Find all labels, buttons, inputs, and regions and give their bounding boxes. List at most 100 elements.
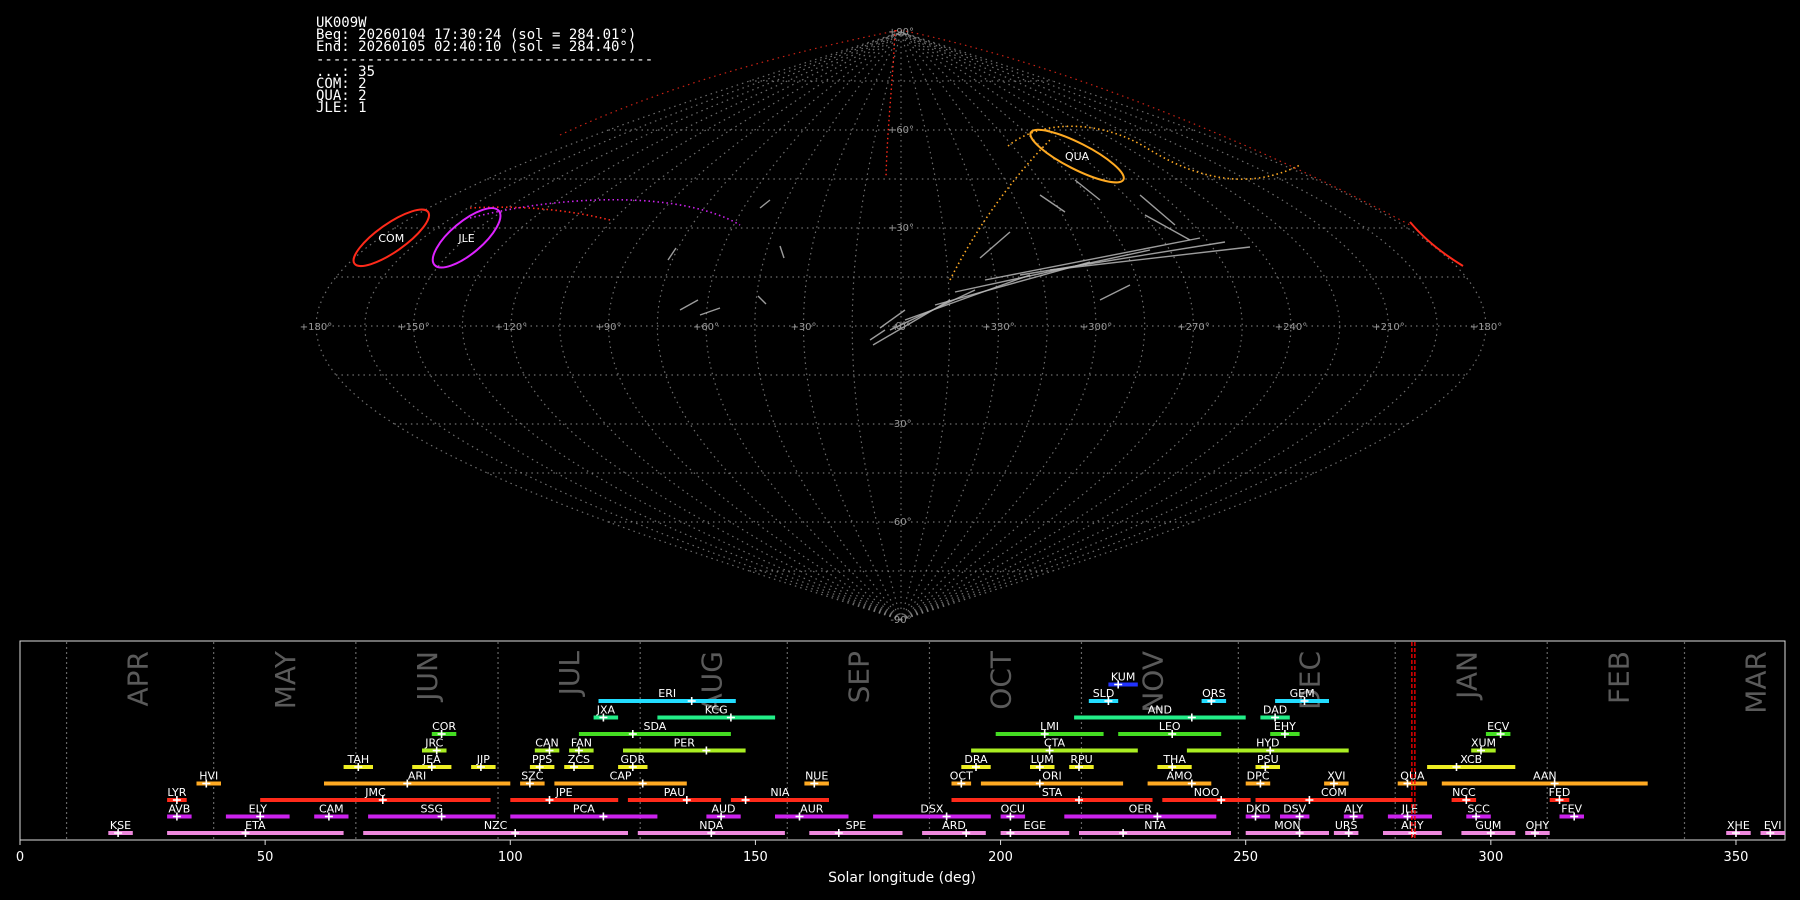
shower-label-nia: NIA [770,786,789,799]
lon-label: +0° [891,322,911,333]
shower-label-kum: KUM [1111,671,1135,684]
shower-label-xvi: XVI [1327,770,1345,783]
lon-label: +90° [595,322,621,333]
shower-label-ors: ORS [1202,687,1225,700]
shower-label-dsx: DSX [920,803,943,816]
shower-radiants: COM JLE QUA [352,128,1464,269]
shower-label-aud: AUD [711,803,735,816]
lon-label: +270° [1177,322,1209,333]
shower-label-cor: COR [432,720,456,733]
shower-label-dad: DAD [1263,704,1287,717]
shower-label-lum: LUM [1031,753,1054,766]
meteor-track [904,274,1031,321]
month-label-jan: JAN [1450,651,1483,701]
lon-label: +240° [1275,322,1307,333]
month-label-apr: APR [122,651,155,707]
meteor-track [1139,194,1176,226]
shower-label-can: CAN [535,737,558,750]
shower-label-jmc: JMC [364,786,386,799]
shower-label-rpu: RPU [1070,753,1092,766]
x-tick-label: 150 [743,850,768,865]
lon-label: +300° [1080,322,1112,333]
shower-label-oct: OCT [950,770,973,783]
shower-label-lyr: LYR [167,786,186,799]
shower-label-ori: ORI [1042,770,1062,783]
meteor-track [954,249,1151,293]
shower-label-ege: EGE [1024,819,1046,832]
shower-label-gum: GUM [1475,819,1501,832]
meteor-track [699,307,721,316]
grid-meridian [900,31,1195,621]
shower-label-cap: CAP [610,770,632,783]
x-tick-label: 250 [1233,850,1258,865]
shower-label-fev: FEV [1561,803,1582,816]
shower-label-zcs: ZCS [568,753,590,766]
grid-meridian [802,31,902,621]
shower-label-gem: GEM [1290,687,1315,700]
shower-label-xum: XUM [1471,737,1496,750]
shower-label-cta: CTA [1044,737,1066,750]
shower-label-tha: THA [1162,753,1186,766]
qua-trajectory [949,139,1051,281]
shower-label-psu: PSU [1257,753,1279,766]
meteor-track [984,237,1201,281]
lat-label: +60° [888,125,914,136]
meteor-track [679,299,699,311]
shower-label-nta: NTA [1144,819,1166,832]
shower-label-cam: CAM [319,803,344,816]
shower-label-ari: ARI [408,770,426,783]
x-tick-label: 100 [498,850,523,865]
shower-label-jxa: JXA [596,704,616,717]
qua-trajectory [1007,125,1301,180]
shower-label-kcg: KCG [705,704,728,717]
shower-label-sda: SDA [644,720,667,733]
shower-label-urs: URS [1335,819,1358,832]
shower-label-ncc: NCC [1452,786,1476,799]
sky-map: COM JLEQUA +90°+60°+30°0°-30°-60°-90°+180… [300,27,1502,626]
shower-label-jle: JLE [457,232,474,245]
meteor-track [1099,284,1131,301]
shower-label-xhe: XHE [1727,819,1750,832]
x-tick-label: 200 [988,850,1013,865]
shower-label-pau: PAU [664,786,686,799]
shower-label-ahy: AHY [1401,819,1424,832]
x-tick-label: 0 [16,850,24,865]
shower-label-fed: FED [1549,786,1571,799]
shower-label-sta: STA [1042,786,1063,799]
shower-label-xcb: XCB [1460,753,1482,766]
meteor-track [757,295,767,305]
lon-label: +210° [1372,322,1404,333]
meteor-track [779,245,785,259]
lon-label: +180° [1470,322,1502,333]
x-tick-label: 350 [1724,850,1749,865]
lat-label: -60° [890,517,911,528]
shower-label-ely: ELY [249,803,268,816]
shower-label-eri: ERI [658,687,676,700]
lat-label: -90° [890,615,911,626]
lat-label: +90° [888,27,914,38]
com-trajectory [885,29,896,179]
shower-label-aur: AUR [800,803,824,816]
shower-label-tah: TAH [346,753,369,766]
shower-label-ard: ARD [942,819,966,832]
shower-label-eta: ETA [245,819,266,832]
shower-label-dsv: DSV [1283,803,1306,816]
meteor-track [759,199,771,209]
shower-label-fan: FAN [571,737,592,750]
shower-label-oer: OER [1129,803,1153,816]
shower-label-mon: MON [1274,819,1300,832]
month-label-mar: MAR [1740,651,1773,714]
shower-label-ehy: EHY [1274,720,1296,733]
shower-label-leo: LEO [1159,720,1181,733]
lon-label: +180° [300,322,332,333]
month-label-sep: SEP [842,651,875,703]
lat-label: -30° [890,419,911,430]
shower-timeline-chart: APR MAY JUN JUL AUG SEP OCT NOV DEC JAN FEB MAR KUM… [16,640,1786,886]
shower-label-evi: EVI [1764,819,1782,832]
shower-label-ssg: SSG [421,803,444,816]
shower-label-ecv: ECV [1487,720,1510,733]
shower-label-com: COM [378,232,404,245]
shower-label-aly: ALY [1344,803,1363,816]
shower-label-noo: NOO [1194,786,1220,799]
jle-trajectory [469,198,741,226]
